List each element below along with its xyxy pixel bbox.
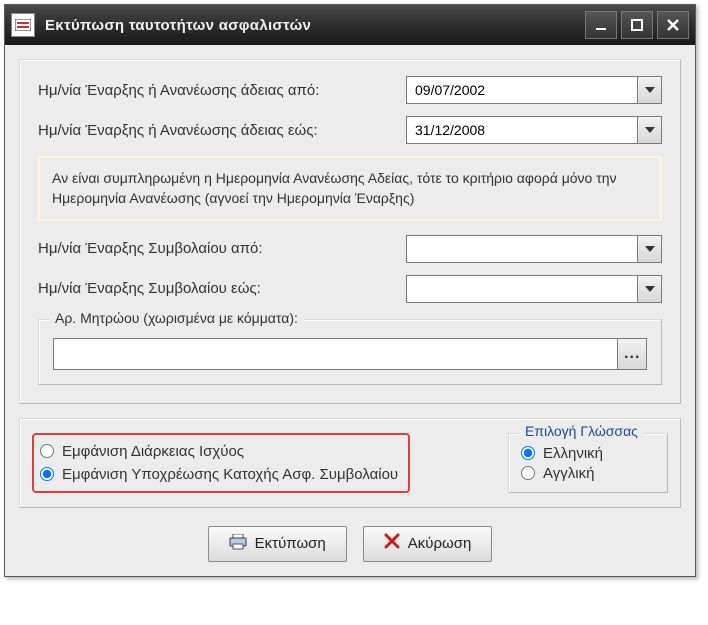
- chevron-down-icon: [645, 127, 655, 133]
- contract-to-label: Ημ/νία Έναρξης Συμβολαίου εώς:: [38, 280, 398, 297]
- language-english-radio-input[interactable]: [521, 466, 535, 480]
- license-from-label: Ημ/νία Έναρξης ή Ανανέωσης άδειας από:: [38, 82, 398, 99]
- titlebar: Εκτύπωση ταυτοτήτων ασφαλιστών: [5, 5, 695, 45]
- window-title: Εκτύπωση ταυτοτήτων ασφαλιστών: [45, 17, 585, 34]
- client-area: Ημ/νία Έναρξης ή Ανανέωσης άδειας από: Η…: [5, 45, 695, 576]
- display-duration-radio-input[interactable]: [40, 444, 54, 458]
- print-button-label: Εκτύπωση: [255, 535, 326, 552]
- cancel-icon: [384, 533, 400, 554]
- close-button[interactable]: [657, 11, 689, 39]
- contract-to-dropdown-button[interactable]: [638, 275, 662, 303]
- options-panel: Εμφάνιση Διάρκειας Ισχύος Εμφάνιση Υποχρ…: [19, 418, 681, 508]
- license-from-input[interactable]: [406, 76, 638, 104]
- minimize-button[interactable]: [585, 11, 617, 39]
- language-groupbox: Επιλογή Γλώσσας Ελληνική Αγγλική: [508, 433, 668, 493]
- registry-browse-button[interactable]: ...: [618, 338, 647, 370]
- registry-legend: Αρ. Μητρώου (χωρισμένα με κόμματα):: [49, 310, 304, 326]
- license-to-row: Ημ/νία Έναρξης ή Ανανέωσης άδειας εώς:: [38, 116, 662, 144]
- info-note: Αν είναι συμπληρωμένη η Ημερομηνία Ανανέ…: [38, 156, 662, 221]
- contract-from-input[interactable]: [406, 235, 638, 263]
- license-to-combo: [406, 116, 662, 144]
- registry-input[interactable]: [53, 338, 618, 370]
- contract-from-label: Ημ/νία Έναρξης Συμβολαίου από:: [38, 240, 398, 257]
- dialog-window: Εκτύπωση ταυτοτήτων ασφαλιστών Ημ/νία Έν…: [4, 4, 696, 577]
- window-controls: [585, 11, 689, 39]
- license-from-row: Ημ/νία Έναρξης ή Ανανέωσης άδειας από:: [38, 76, 662, 104]
- language-greek-radio-input[interactable]: [521, 446, 535, 460]
- contract-to-row: Ημ/νία Έναρξης Συμβολαίου εώς:: [38, 275, 662, 303]
- contract-from-row: Ημ/νία Έναρξης Συμβολαίου από:: [38, 235, 662, 263]
- display-obligation-radio-input[interactable]: [40, 467, 54, 481]
- chevron-down-icon: [645, 246, 655, 252]
- language-greek-radio[interactable]: Ελληνική: [521, 445, 651, 462]
- license-from-combo: [406, 76, 662, 104]
- display-obligation-radio[interactable]: Εμφάνιση Υποχρέωσης Κατοχής Ασφ. Συμβολα…: [40, 466, 398, 483]
- app-icon: [11, 13, 35, 37]
- button-bar: Εκτύπωση Ακύρωση: [19, 526, 681, 562]
- registry-fieldset: Αρ. Μητρώου (χωρισμένα με κόμματα): ...: [38, 319, 662, 385]
- language-english-label: Αγγλική: [543, 465, 594, 482]
- license-to-input[interactable]: [406, 116, 638, 144]
- cancel-button[interactable]: Ακύρωση: [363, 526, 493, 562]
- license-to-label: Ημ/νία Έναρξης ή Ανανέωσης άδειας εώς:: [38, 122, 398, 139]
- criteria-panel: Ημ/νία Έναρξης ή Ανανέωσης άδειας από: Η…: [19, 59, 681, 404]
- display-duration-label: Εμφάνιση Διάρκειας Ισχύος: [62, 443, 244, 460]
- contract-to-input[interactable]: [406, 275, 638, 303]
- display-options-highlight: Εμφάνιση Διάρκειας Ισχύος Εμφάνιση Υποχρ…: [32, 433, 410, 493]
- license-to-dropdown-button[interactable]: [638, 116, 662, 144]
- printer-icon: [229, 534, 247, 554]
- contract-from-dropdown-button[interactable]: [638, 235, 662, 263]
- cancel-button-label: Ακύρωση: [408, 535, 472, 552]
- language-legend: Επιλογή Γλώσσας: [519, 423, 644, 439]
- language-greek-label: Ελληνική: [543, 445, 603, 462]
- display-duration-radio[interactable]: Εμφάνιση Διάρκειας Ισχύος: [40, 443, 398, 460]
- contract-from-combo: [406, 235, 662, 263]
- display-obligation-label: Εμφάνιση Υποχρέωσης Κατοχής Ασφ. Συμβολα…: [62, 466, 398, 483]
- license-from-dropdown-button[interactable]: [638, 76, 662, 104]
- maximize-button[interactable]: [621, 11, 653, 39]
- contract-to-combo: [406, 275, 662, 303]
- chevron-down-icon: [645, 286, 655, 292]
- print-button[interactable]: Εκτύπωση: [208, 526, 347, 562]
- language-english-radio[interactable]: Αγγλική: [521, 465, 651, 482]
- chevron-down-icon: [645, 87, 655, 93]
